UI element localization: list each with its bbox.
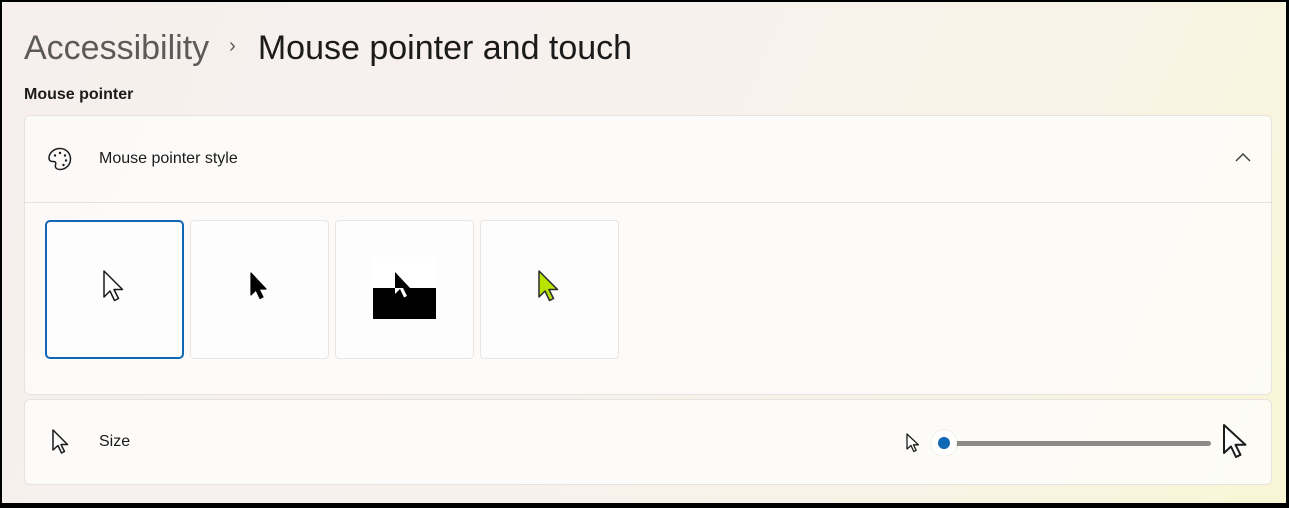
inverted-pointer-icon [372,255,437,324]
pointer-style-options [45,220,619,359]
mouse-pointer-style-header[interactable]: Mouse pointer style [25,116,1271,203]
pointer-style-white[interactable] [45,220,184,359]
settings-window: Accessibility › Mouse pointer and touch … [2,2,1286,503]
size-label: Size [99,433,131,450]
small-pointer-icon [905,432,921,459]
mouse-pointer-style-label: Mouse pointer style [99,150,238,167]
pointer-size-slider[interactable] [931,428,1211,458]
slider-thumb[interactable] [931,430,957,456]
breadcrumb-accessibility-link[interactable]: Accessibility [24,28,209,68]
white-pointer-icon [102,269,128,310]
large-pointer-icon [1221,422,1251,467]
chevron-up-icon[interactable] [1233,148,1253,168]
section-heading-mouse-pointer: Mouse pointer [24,86,134,103]
page-title: Mouse pointer and touch [257,29,633,67]
mouse-pointer-style-card: Mouse pointer style [24,115,1272,395]
size-card: Size [24,399,1272,485]
pointer-style-custom[interactable] [480,220,619,359]
size-row: Size [25,400,1271,484]
pointer-style-black[interactable] [190,220,329,359]
breadcrumb: Accessibility › Mouse pointer and touch [24,28,632,68]
slider-thumb-indicator [938,437,950,449]
palette-icon [45,144,75,174]
custom-color-pointer-icon [537,269,563,310]
black-pointer-icon [249,271,271,308]
pointer-icon [45,427,75,457]
pointer-style-inverted[interactable] [335,220,474,359]
breadcrumb-separator: › [229,35,236,57]
slider-track[interactable] [941,441,1211,446]
